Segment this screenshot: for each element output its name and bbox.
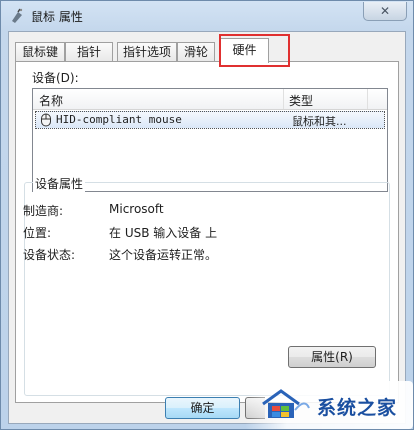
ok-button[interactable]: 确定 (165, 397, 240, 419)
manufacturer-label: 制造商: (23, 204, 64, 218)
house-logo-icon (262, 389, 310, 418)
device-status-label: 设备状态: (23, 248, 76, 262)
tab-highlight-box (219, 34, 290, 67)
group-title: 设备属性 (33, 175, 86, 192)
location-value: 在 USB 输入设备 上 (109, 226, 218, 240)
close-button[interactable]: ✕ (363, 2, 407, 21)
properties-window: 鼠标 属性 ✕ 鼠标键 指针 指针选项 滑轮 硬件 设备(D): 名称 类型 H… (0, 0, 414, 430)
devices-label: 设备(D): (32, 71, 79, 85)
location-label: 位置: (23, 226, 52, 240)
watermark: 系统之家 (245, 381, 413, 429)
close-icon: ✕ (379, 4, 391, 18)
tab-pointers[interactable]: 指针 (65, 42, 113, 62)
window-title: 鼠标 属性 (31, 10, 83, 24)
list-item[interactable]: HID-compliant mouse 鼠标和其... (35, 111, 385, 129)
device-name: HID-compliant mouse (56, 113, 182, 126)
dialog-client: 鼠标键 指针 指针选项 滑轮 硬件 设备(D): 名称 类型 HID-compl… (8, 31, 406, 424)
manufacturer-value: Microsoft (109, 202, 164, 216)
device-type: 鼠标和其... (292, 115, 347, 128)
column-header-type[interactable]: 类型 (289, 92, 313, 109)
watermark-text: 系统之家 (317, 397, 398, 419)
mouse-app-icon (12, 8, 23, 23)
hardware-panel: 设备(D): 名称 类型 HID-compliant mouse 鼠标和其... (15, 61, 399, 403)
title-bar[interactable]: 鼠标 属性 ✕ (1, 1, 413, 31)
device-status-value: 这个设备运转正常。 (109, 248, 218, 262)
mouse-device-icon (41, 113, 51, 127)
tab-wheel[interactable]: 滑轮 (177, 42, 215, 62)
properties-button[interactable]: 属性(R) (288, 346, 376, 368)
tab-pointer-options[interactable]: 指针选项 (117, 42, 177, 62)
device-list-header: 名称 类型 (33, 89, 387, 110)
column-header-name[interactable]: 名称 (39, 92, 63, 109)
tab-buttons[interactable]: 鼠标键 (15, 42, 65, 62)
device-list[interactable]: 名称 类型 HID-compliant mouse 鼠标和其... (32, 88, 388, 192)
